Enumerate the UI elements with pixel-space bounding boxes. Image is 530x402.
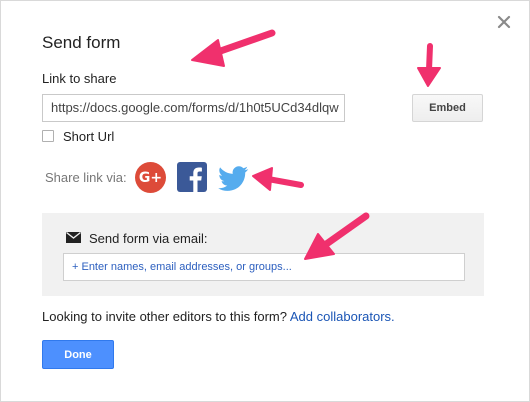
invite-question: Looking to invite other editors to this … bbox=[42, 309, 287, 324]
invite-editors-text: Looking to invite other editors to this … bbox=[42, 309, 395, 324]
share-link-field[interactable]: https://docs.google.com/forms/d/1h0t5UCd… bbox=[42, 94, 345, 122]
email-section-title: Send form via email: bbox=[89, 230, 208, 246]
send-form-dialog: Send form Link to share https://docs.goo… bbox=[0, 0, 530, 402]
google-plus-icon[interactable]: G+ bbox=[135, 162, 166, 193]
email-recipients-input[interactable]: + Enter names, email addresses, or group… bbox=[63, 253, 465, 281]
email-section-header: Send form via email: bbox=[66, 230, 208, 246]
envelope-icon bbox=[66, 231, 81, 246]
link-to-share-label: Link to share bbox=[42, 71, 117, 86]
twitter-icon[interactable] bbox=[217, 163, 249, 193]
embed-button[interactable]: Embed bbox=[412, 94, 483, 122]
facebook-icon[interactable] bbox=[177, 162, 207, 192]
email-section: Send form via email: + Enter names, emai… bbox=[42, 213, 484, 296]
dialog-title: Send form bbox=[42, 33, 121, 52]
share-link-via-label: Share link via: bbox=[45, 170, 127, 185]
short-url-option[interactable]: Short Url bbox=[42, 128, 114, 144]
short-url-checkbox[interactable] bbox=[42, 130, 54, 142]
google-plus-glyph: G+ bbox=[138, 169, 163, 186]
close-icon[interactable] bbox=[495, 13, 513, 31]
add-collaborators-link[interactable]: Add collaborators. bbox=[290, 309, 395, 324]
done-button[interactable]: Done bbox=[42, 340, 114, 369]
short-url-label: Short Url bbox=[63, 128, 115, 144]
